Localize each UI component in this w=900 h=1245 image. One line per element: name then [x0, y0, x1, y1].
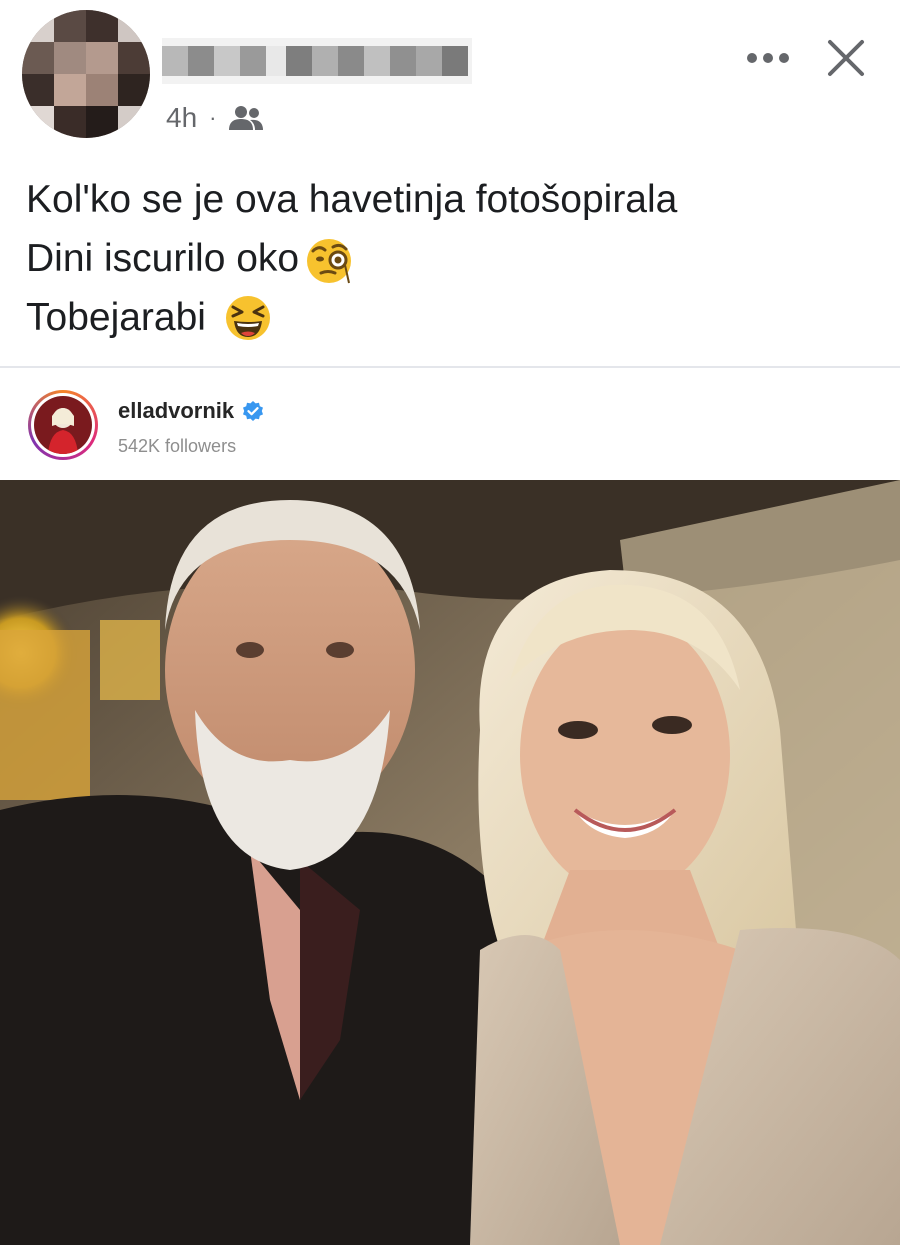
post-line: Tobejarabi — [26, 288, 886, 347]
monocle-face-emoji — [303, 233, 355, 285]
laughing-face-emoji — [222, 292, 274, 344]
close-icon — [828, 40, 864, 76]
post-line: Kol'ko se je ova havetinja fotošopirala — [26, 170, 886, 229]
verified-badge-icon — [242, 400, 264, 422]
pixelated-avatar-image — [22, 10, 150, 138]
instagram-avatar-ring — [31, 393, 95, 457]
author-avatar[interactable] — [22, 10, 150, 138]
post-line: Dini iscurilo oko — [26, 229, 886, 288]
selfie-photo — [0, 480, 900, 1245]
meta-separator: · — [209, 105, 217, 130]
post-time[interactable]: 4h — [166, 102, 197, 134]
post-line-text: Kol'ko se je ova havetinja fotošopirala — [26, 178, 678, 221]
instagram-avatar-photo — [34, 396, 92, 454]
more-icon-dot — [779, 53, 789, 63]
post-line-text: Dini iscurilo oko — [26, 237, 300, 280]
friends-icon[interactable] — [228, 105, 264, 131]
more-options-button[interactable] — [738, 40, 798, 76]
post-header: 4h · — [0, 0, 900, 150]
more-icon-dot — [763, 53, 773, 63]
post-photo[interactable] — [0, 480, 900, 1245]
author-name-redacted[interactable] — [162, 38, 472, 84]
post-line-text: Tobejarabi — [26, 296, 206, 339]
post-meta: 4h · — [166, 100, 264, 136]
more-icon-dot — [747, 53, 757, 63]
instagram-embed-header: elladvornik 542K followers — [0, 368, 900, 480]
pixelated-name-block — [162, 38, 472, 84]
instagram-followers: 542K followers — [118, 436, 237, 456]
instagram-avatar[interactable] — [28, 390, 98, 460]
close-button[interactable] — [820, 32, 872, 84]
instagram-username[interactable]: elladvornik — [118, 398, 264, 424]
instagram-username-text: elladvornik — [118, 398, 235, 423]
post-message: Kol'ko se je ova havetinja fotošopirala … — [26, 170, 886, 347]
